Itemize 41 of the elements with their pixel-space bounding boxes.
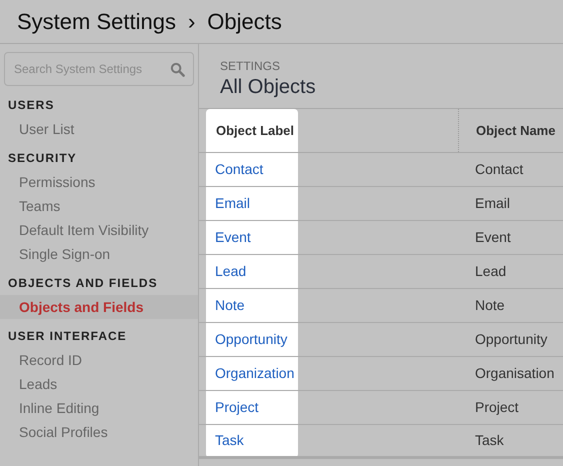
table-cell: Organisation (475, 364, 554, 380)
breadcrumb-separator: › (188, 8, 196, 36)
table-cell: Event (475, 228, 511, 244)
object-link[interactable]: Contact (215, 160, 264, 176)
section-heading: OBJECTS AND FIELDS (7, 275, 159, 292)
table-cell: Contact (475, 160, 524, 176)
sidebar-item[interactable]: Inline Editing (0, 396, 198, 420)
sidebar-item[interactable]: Record ID (0, 348, 198, 372)
object-link[interactable]: Project (215, 398, 259, 414)
section-heading: USER INTERFACE (7, 328, 128, 345)
page-subtitle: Objects (207, 8, 282, 36)
section-eyebrow: SETTINGS (220, 58, 282, 75)
table-cell: Lead (475, 262, 506, 278)
sidebar-item[interactable]: Single Sign-on (0, 242, 198, 266)
sidebar-item[interactable]: Permissions (0, 170, 198, 194)
sidebar-item[interactable]: Default Item Visibility (0, 218, 198, 242)
column-header: Object Label (216, 123, 294, 138)
section-heading: USERS (7, 97, 56, 114)
table-cell: Email (475, 194, 510, 210)
object-link[interactable]: Event (215, 228, 251, 244)
object-link[interactable]: Organization (215, 364, 294, 380)
object-link[interactable]: Opportunity (215, 330, 288, 346)
table-cell: Note (475, 296, 505, 312)
search-icon (170, 62, 185, 77)
sidebar-item[interactable]: User List (0, 117, 198, 141)
sidebar-item[interactable]: Leads (0, 372, 198, 396)
object-link[interactable]: Lead (215, 262, 246, 278)
object-link[interactable]: Task (215, 432, 244, 448)
object-link[interactable]: Email (215, 194, 250, 210)
table-cell: Project (475, 398, 519, 414)
search-field[interactable]: Search System Settings (4, 52, 194, 86)
sidebar-item[interactable]: Objects and Fields (0, 295, 198, 319)
object-link[interactable]: Note (215, 296, 245, 312)
sidebar-item[interactable]: Social Profiles (0, 420, 198, 444)
column-header: Object Name (476, 123, 556, 138)
section-title: All Objects (220, 75, 317, 99)
section-heading: SECURITY (7, 150, 78, 167)
page-title: System Settings (17, 8, 176, 36)
table-cell: Opportunity (475, 330, 548, 346)
table-cell: Task (475, 432, 504, 448)
sidebar-item[interactable]: Teams (0, 194, 198, 218)
